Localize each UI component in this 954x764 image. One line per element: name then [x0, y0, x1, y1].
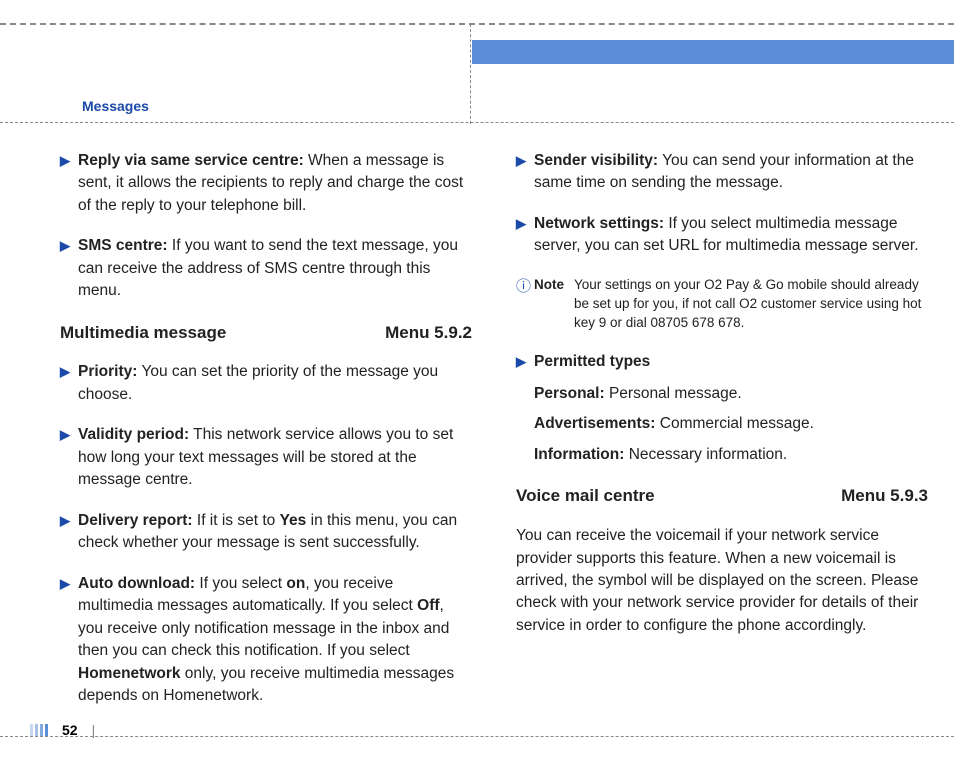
header-dashed-rule: [0, 122, 954, 123]
heading-menu-ref: Menu 5.9.3: [841, 484, 928, 509]
bullet-arrow-icon: ▶: [60, 235, 78, 302]
sub-item: Information: Necessary information.: [534, 444, 928, 466]
page-content: ▶ Reply via same service centre: When a …: [60, 150, 930, 726]
heading-title: Multimedia message: [60, 321, 226, 346]
header-blue-bar: [472, 40, 954, 64]
list-item: ▶ Priority: You can set the priority of …: [60, 361, 472, 406]
footer-dashed-rule: [0, 736, 954, 737]
list-item: ▶ Auto download: If you select on, you r…: [60, 573, 472, 708]
note-block: ⓘ Note Your settings on your O2 Pay & Go…: [516, 276, 928, 333]
bullet-arrow-icon: ▶: [60, 361, 78, 406]
bullet-arrow-icon: ▶: [60, 510, 78, 555]
section-heading: Voice mail centre Menu 5.9.3: [516, 484, 928, 509]
top-dashed-rule: [0, 23, 954, 25]
page-mark-bars-icon: [30, 724, 48, 736]
list-item: ▶ Network settings: If you select multim…: [516, 213, 928, 258]
heading-title: Voice mail centre: [516, 484, 655, 509]
sub-item: Personal: Personal message.: [534, 383, 928, 405]
list-item: ▶ SMS centre: If you want to send the te…: [60, 235, 472, 302]
note-text: Your settings on your O2 Pay & Go mobile…: [574, 276, 928, 333]
note-label: Note: [534, 276, 574, 333]
bullet-arrow-icon: ▶: [516, 351, 534, 373]
bullet-arrow-icon: ▶: [60, 573, 78, 708]
right-column: ▶ Sender visibility: You can send your i…: [516, 150, 928, 726]
section-heading: Multimedia message Menu 5.9.2: [60, 321, 472, 346]
bullet-arrow-icon: ▶: [60, 150, 78, 217]
bullet-arrow-icon: ▶: [516, 150, 534, 195]
paragraph: You can receive the voicemail if your ne…: [516, 525, 928, 637]
list-item: ▶ Validity period: This network service …: [60, 424, 472, 491]
list-item: ▶ Delivery report: If it is set to Yes i…: [60, 510, 472, 555]
section-label: Messages: [82, 98, 149, 114]
bullet-arrow-icon: ▶: [60, 424, 78, 491]
list-item: ▶ Sender visibility: You can send your i…: [516, 150, 928, 195]
heading-menu-ref: Menu 5.9.2: [385, 321, 472, 346]
list-item: ▶ Permitted types: [516, 351, 928, 373]
left-column: ▶ Reply via same service centre: When a …: [60, 150, 472, 726]
list-item: ▶ Reply via same service centre: When a …: [60, 150, 472, 217]
sub-item: Advertisements: Commercial message.: [534, 413, 928, 435]
vertical-dashed-rule: [470, 24, 471, 124]
bullet-arrow-icon: ▶: [516, 213, 534, 258]
info-icon: ⓘ: [516, 276, 534, 333]
